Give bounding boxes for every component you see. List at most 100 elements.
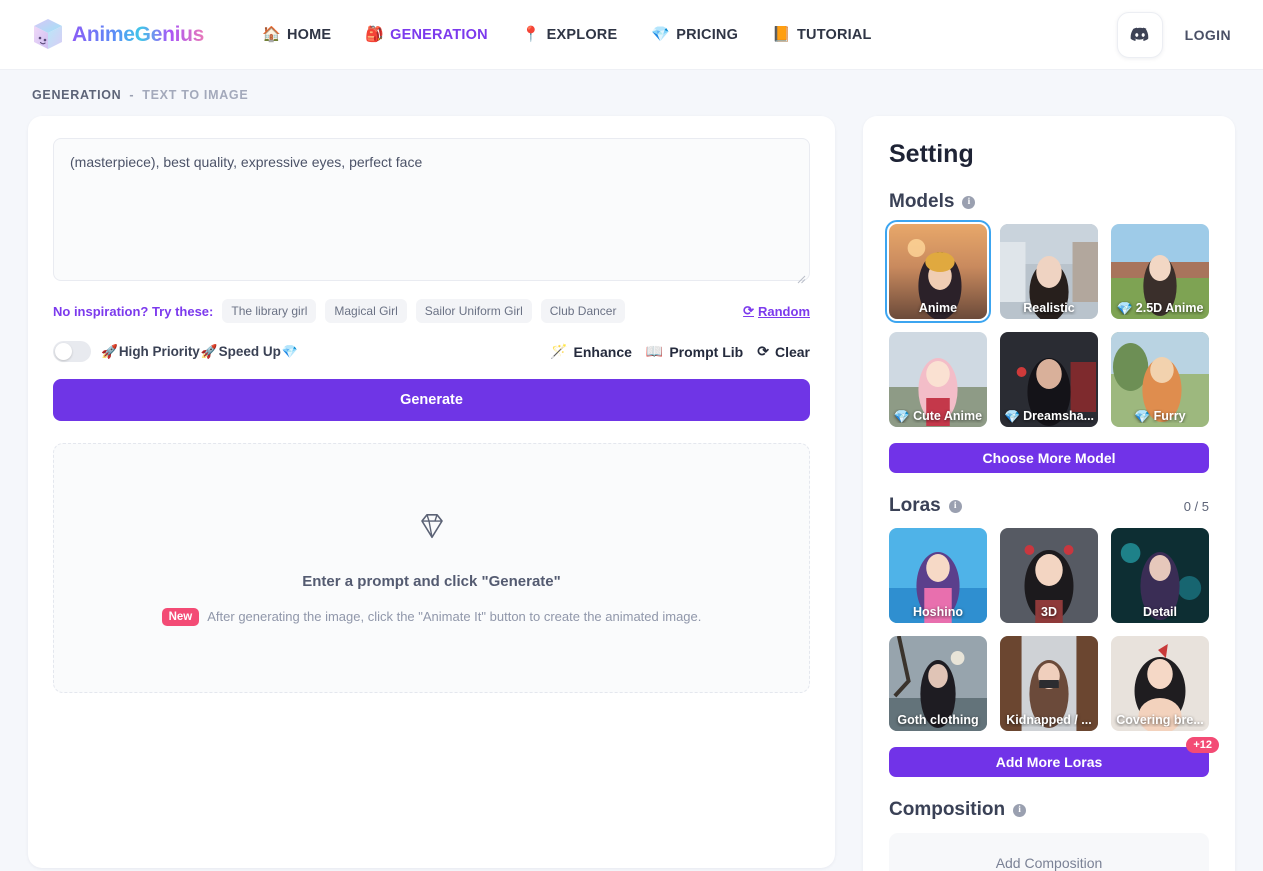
gem-icon-dream: 💎: [1003, 409, 1021, 423]
composition-title: Composition: [889, 799, 1006, 820]
prompt-lib-button[interactable]: 📖 Prompt Lib: [646, 343, 743, 360]
prompt-chip-sailor-uniform-girl[interactable]: Sailor Uniform Girl: [415, 299, 532, 323]
empty-state-title: Enter a prompt and click "Generate": [302, 572, 561, 590]
book-open-icon: 📖: [645, 343, 664, 359]
inspiration-label: No inspiration? Try these:: [53, 303, 214, 319]
nav-item-explore[interactable]: 📍 EXPLORE: [522, 27, 618, 43]
prompt-chip-library-girl[interactable]: The library girl: [222, 299, 317, 323]
clear-button[interactable]: ⟳ Clear: [757, 343, 810, 360]
generate-button[interactable]: Generate: [53, 379, 810, 421]
lora-card-3d[interactable]: 3D: [1000, 528, 1098, 623]
logo-text: AnimeGenius: [72, 22, 205, 46]
info-icon-composition[interactable]: i: [1013, 803, 1027, 817]
priority-toggle[interactable]: [53, 341, 91, 362]
lora-card-goth-clothing[interactable]: Goth clothing: [889, 636, 987, 731]
main-columns: No inspiration? Try these: The library g…: [28, 116, 1235, 871]
nav-label-pricing: PRICING: [676, 26, 739, 43]
model-label-furry: 💎 Furry: [1134, 409, 1186, 423]
lora-card-kidnapped[interactable]: Kidnapped / ...: [1000, 636, 1098, 731]
models-grid-row2: 💎 Cute Anime 💎 Dreamsha... 💎 Furry: [889, 332, 1209, 427]
gem-icon-cute: 💎: [893, 409, 911, 423]
enhance-label: Enhance: [573, 343, 632, 360]
model-card-25d-anime[interactable]: 💎 2.5D Anime: [1111, 224, 1209, 319]
models-grid: Anime Realistic 💎 2.5D Anime: [885, 220, 1209, 323]
lora-label-kidnapped: Kidnapped / ...: [1006, 713, 1092, 727]
lora-label-hoshino: Hoshino: [913, 605, 963, 619]
result-empty-state: Enter a prompt and click "Generate" New …: [53, 443, 810, 693]
top-header: AnimeGenius 🏠 HOME 🎒 GENERATION 📍 EXPLOR…: [0, 0, 1263, 70]
speed-up-label: Speed Up: [218, 344, 281, 359]
random-label: Random: [758, 303, 810, 319]
home-icon: 🏠: [262, 26, 281, 43]
high-priority-option[interactable]: 🚀 High Priority 🚀 Speed Up 💎: [101, 344, 298, 360]
prompt-container: [53, 138, 810, 286]
pin-icon: 📍: [521, 26, 541, 43]
lora-label-goth-clothing: Goth clothing: [897, 713, 979, 727]
loras-grid-row2: Goth clothing Kidnapped / ... Covering b…: [889, 636, 1209, 731]
prompt-input[interactable]: [53, 138, 810, 281]
add-composition-button[interactable]: Add Composition: [889, 833, 1209, 871]
cube-logo-icon: [28, 15, 68, 55]
login-button[interactable]: LOGIN: [1177, 21, 1239, 49]
prompt-chip-magical-girl[interactable]: Magical Girl: [325, 299, 407, 323]
setting-panel: Setting Models i Anime Realistic 💎 2.5D …: [863, 116, 1235, 871]
prompt-chip-club-dancer[interactable]: Club Dancer: [540, 299, 626, 323]
empty-state-subtitle: After generating the image, click the "A…: [207, 609, 702, 624]
loras-grid: Hoshino 3D Detail: [889, 528, 1209, 623]
inspiration-row: No inspiration? Try these: The library g…: [53, 299, 810, 323]
page-body: GENERATION - TEXT TO IMAGE No inspiratio…: [0, 70, 1263, 871]
rocket-icon-2: 🚀: [200, 343, 218, 359]
new-badge: New: [161, 607, 200, 626]
random-button[interactable]: ⟳ Random: [743, 303, 810, 319]
nav-item-tutorial[interactable]: 📙 TUTORIAL: [772, 27, 872, 43]
nav-item-pricing[interactable]: 💎 PRICING: [651, 27, 738, 43]
lora-card-covering-breasts[interactable]: Covering bre...: [1111, 636, 1209, 731]
nav-label-home: HOME: [286, 26, 332, 43]
model-card-cute-anime[interactable]: 💎 Cute Anime: [889, 332, 987, 427]
setting-title: Setting: [889, 140, 974, 168]
model-card-dreamshaper[interactable]: 💎 Dreamsha...: [1000, 332, 1098, 427]
gem-icon: 💎: [651, 26, 671, 43]
generation-panel: No inspiration? Try these: The library g…: [28, 116, 835, 868]
loras-header: Loras i 0 / 5: [889, 495, 1209, 517]
models-header: Models i: [889, 191, 1209, 213]
prompt-lib-label: Prompt Lib: [669, 343, 744, 360]
refresh-icon-clear: ⟳: [757, 343, 769, 359]
models-title: Models: [889, 191, 955, 212]
rocket-icon-1: 🚀: [101, 343, 118, 359]
model-label-realistic: Realistic: [1023, 301, 1075, 315]
empty-state-note: New After generating the image, click th…: [161, 607, 702, 626]
gem-icon-furry: 💎: [1134, 409, 1151, 423]
main-nav: 🏠 HOME 🎒 GENERATION 📍 EXPLORE 💎 PRICING …: [262, 27, 872, 43]
model-label-25d-anime: 💎 2.5D Anime: [1116, 301, 1204, 315]
choose-more-model-button[interactable]: Choose More Model: [889, 443, 1209, 473]
model-card-realistic[interactable]: Realistic: [1000, 224, 1098, 319]
lora-label-detail: Detail: [1142, 605, 1178, 619]
model-label-anime: Anime: [918, 301, 958, 315]
enhance-button[interactable]: 🪄 Enhance: [550, 343, 632, 360]
model-label-cute-anime: 💎 Cute Anime: [893, 409, 983, 423]
gem-icon-speedup: 💎: [281, 344, 299, 359]
lora-card-detail[interactable]: Detail: [1111, 528, 1209, 623]
header-actions: LOGIN: [1116, 11, 1239, 58]
info-icon-loras[interactable]: i: [948, 499, 962, 513]
lora-card-hoshino[interactable]: Hoshino: [889, 528, 987, 623]
breadcrumb-main[interactable]: GENERATION: [32, 88, 121, 102]
info-icon-models[interactable]: i: [962, 195, 976, 209]
model-card-anime[interactable]: Anime: [885, 220, 991, 323]
model-card-furry[interactable]: 💎 Furry: [1111, 332, 1209, 427]
loras-extra-badge: +12: [1186, 737, 1219, 753]
nav-label-explore: EXPLORE: [546, 26, 618, 43]
clear-label: Clear: [774, 343, 810, 360]
add-more-loras-wrap: Add More Loras +12: [889, 731, 1219, 777]
discord-button[interactable]: [1116, 11, 1163, 58]
nav-item-generation[interactable]: 🎒 GENERATION: [365, 27, 488, 43]
nav-item-home[interactable]: 🏠 HOME: [262, 27, 331, 43]
composition-header: Composition i: [889, 799, 1209, 821]
breadcrumb-separator: -: [129, 88, 135, 102]
logo[interactable]: AnimeGenius: [28, 15, 204, 55]
diamond-icon: [417, 511, 447, 546]
refresh-icon: ⟳: [743, 303, 754, 318]
backpack-icon: 🎒: [365, 26, 385, 43]
add-more-loras-button[interactable]: Add More Loras: [889, 747, 1209, 777]
